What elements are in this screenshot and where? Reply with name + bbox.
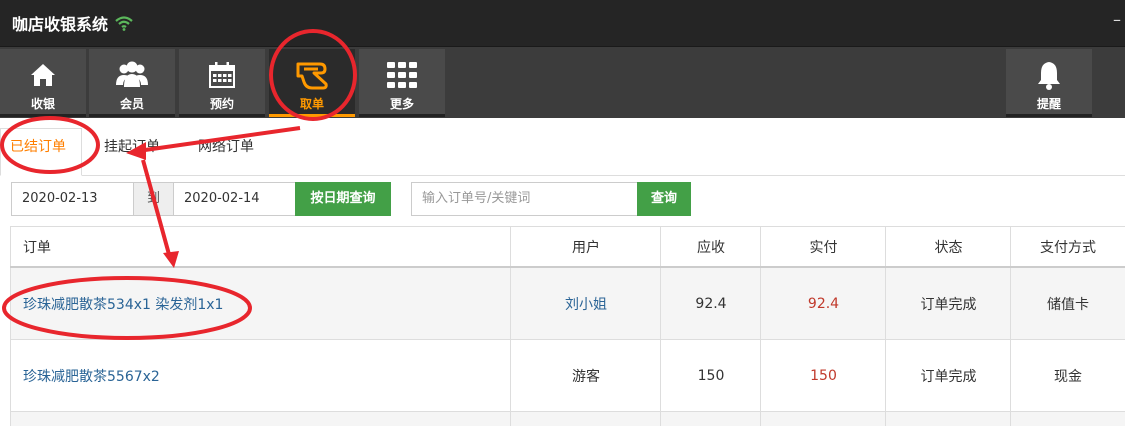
order-user: 游客 [510,340,661,411]
main-toolbar: 收银 会员 预约 取单 更多 提醒 [0,46,1125,118]
title-bar: 咖店收银系统 – [0,0,1125,46]
toolbar-item-label: 收银 [30,97,55,111]
toolbar-item-members[interactable]: 会员 [89,49,175,117]
column-header-receivable: 应收 [660,227,761,266]
wifi-icon [115,16,133,31]
app-window: 咖店收银系统 – 收银 会员 预约 取单 更多 提醒 已结订单 挂起订单 网络订… [0,0,1125,426]
order-tabs: 已结订单 挂起订单 网络订单 [0,118,1125,176]
take-order-icon [296,62,328,90]
table-header: 订单 用户 应收 实付 状态 支付方式 [10,226,1125,268]
date-range-separator: 到 [133,182,174,216]
toolbar-item-checkout[interactable]: 收银 [0,49,86,117]
date-from-input[interactable]: 2020-02-13 [11,182,134,216]
order-payment: 储值卡 [1010,268,1125,339]
order-status: 订单完成 [885,340,1011,411]
column-header-user: 用户 [510,227,661,266]
calendar-icon [209,62,235,88]
order-paid: 92.4 [760,268,886,339]
order-receivable: 92.4 [660,268,761,339]
table-row[interactable]: 珍珠减肥散茶534x1 染发剂1x1 刘小姐 92.4 92.4 订单完成 储值… [10,268,1125,340]
toolbar-item-label: 预约 [209,97,234,111]
grid-icon [387,62,417,88]
order-paid: 150 [760,340,886,411]
table-row [10,412,1125,426]
order-items-link[interactable]: 珍珠减肥散茶5567x2 [10,340,511,411]
minimize-button[interactable]: – [1113,10,1121,29]
home-icon [31,64,55,86]
query-button[interactable]: 查询 [637,182,691,216]
members-icon [116,61,148,87]
date-to-input[interactable]: 2020-02-14 [173,182,296,216]
toolbar-item-label: 更多 [389,97,414,111]
order-user[interactable]: 刘小姐 [510,268,661,339]
column-header-order: 订单 [10,227,511,266]
column-header-paid: 实付 [760,227,886,266]
toolbar-item-appointment[interactable]: 预约 [179,49,265,117]
column-header-status: 状态 [885,227,1011,266]
toolbar-item-more[interactable]: 更多 [359,49,445,117]
order-receivable: 150 [660,340,761,411]
keyword-search-input[interactable]: 输入订单号/关键词 [411,182,638,216]
tab-suspended-orders[interactable]: 挂起订单 [104,136,160,176]
toolbar-item-label: 取单 [299,97,324,111]
table-row[interactable]: 珍珠减肥散茶5567x2 游客 150 150 订单完成 现金 [10,340,1125,412]
toolbar-item-label: 提醒 [1036,97,1061,111]
toolbar-item-label: 会员 [119,97,144,111]
tab-completed-orders[interactable]: 已结订单 [10,136,66,176]
order-status: 订单完成 [885,268,1011,339]
column-header-payment: 支付方式 [1010,227,1125,266]
toolbar-item-reminder[interactable]: 提醒 [1006,49,1092,117]
bell-icon [1038,62,1060,90]
toolbar-item-take-order[interactable]: 取单 [269,49,355,117]
order-items-link[interactable]: 珍珠减肥散茶534x1 染发剂1x1 [10,268,511,339]
query-by-date-button[interactable]: 按日期查询 [295,182,391,216]
tab-online-orders[interactable]: 网络订单 [198,136,254,176]
order-payment: 现金 [1010,340,1125,411]
app-title: 咖店收银系统 [12,15,109,34]
